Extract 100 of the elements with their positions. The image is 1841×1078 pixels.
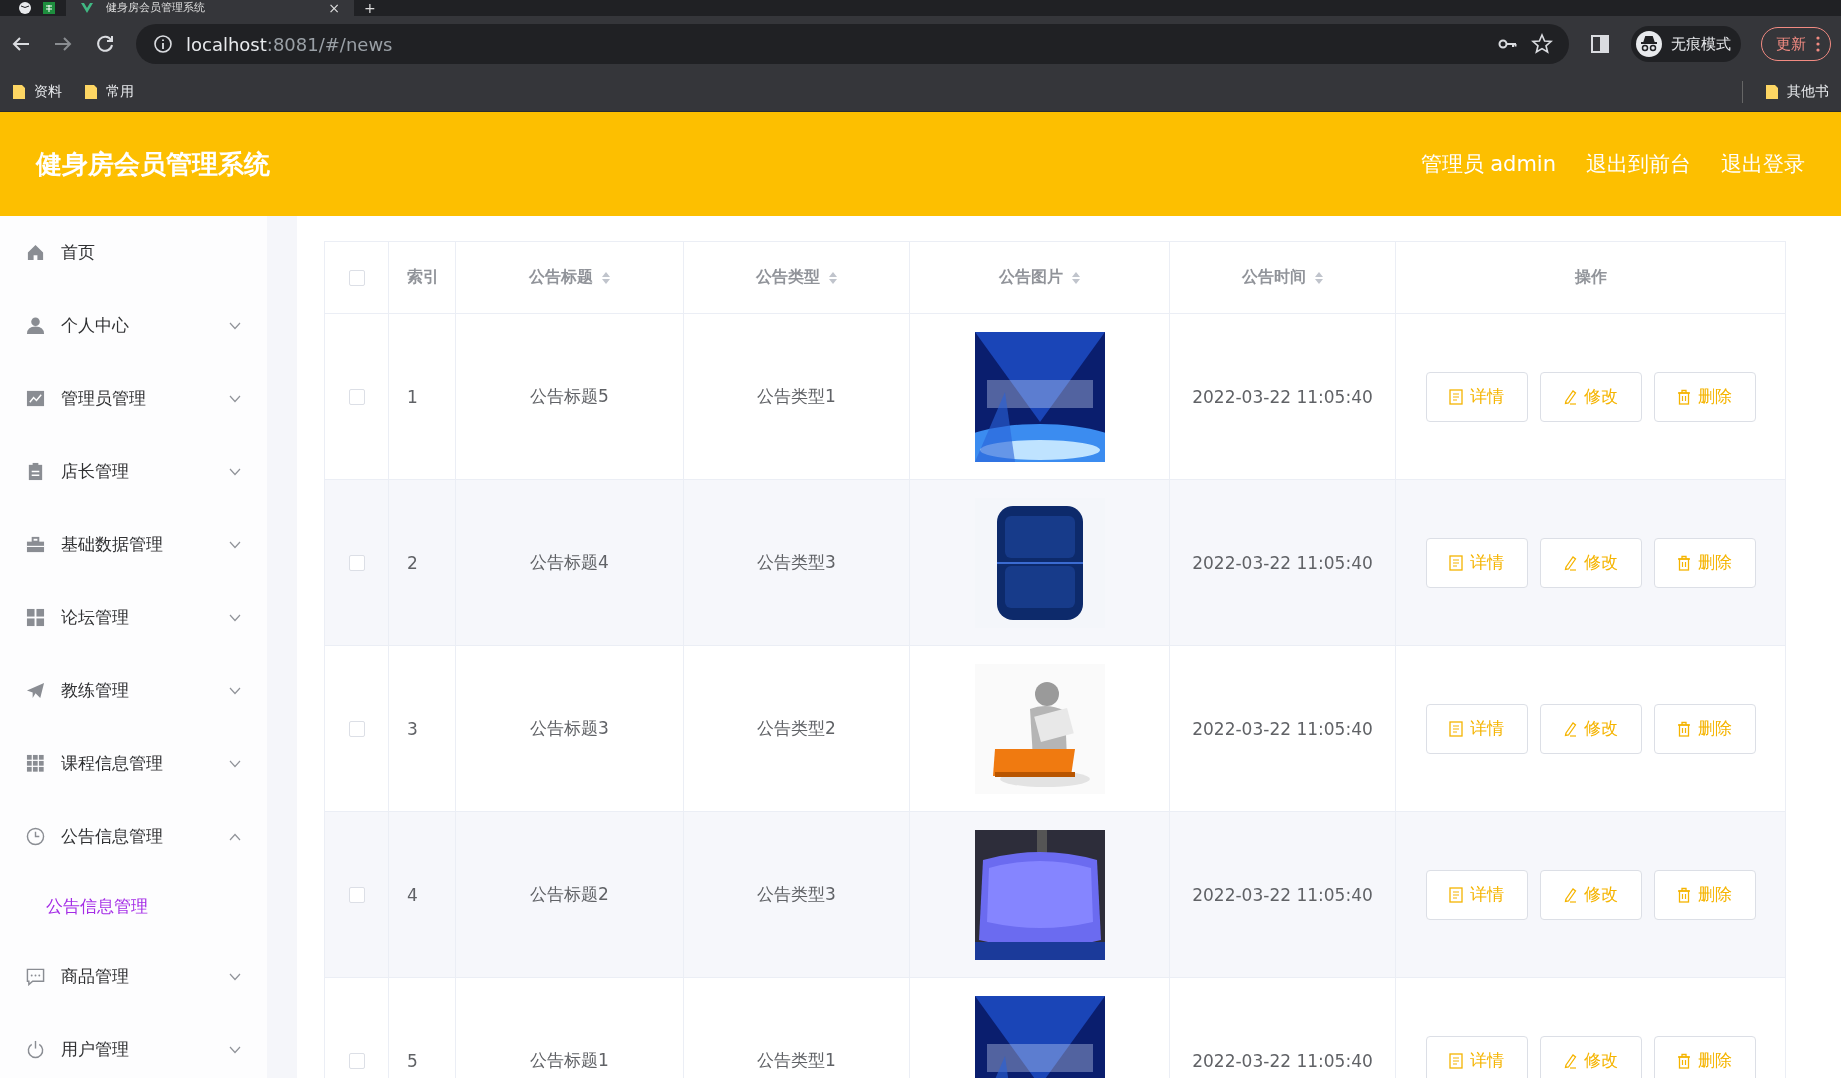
details-button[interactable]: 详情 [1425, 869, 1528, 920]
person-icon [26, 316, 45, 335]
table-cell: 4 [407, 884, 418, 905]
header-link[interactable]: 退出登录 [1721, 150, 1805, 178]
document-icon [1449, 720, 1463, 737]
sidebar-item[interactable]: 店长管理 [0, 435, 267, 508]
checkbox[interactable] [348, 269, 365, 286]
table-cell: 公告标题2 [530, 883, 609, 906]
column-header[interactable]: 公告时间 [1241, 267, 1306, 288]
browser-tab[interactable]: 健身房会员管理系统 × [66, 0, 354, 16]
bookmark-folder[interactable]: 常用 [84, 82, 134, 101]
delete-button[interactable]: 删除 [1653, 537, 1756, 588]
reload-icon[interactable] [94, 33, 116, 55]
pencil-icon [1563, 554, 1577, 571]
incognito-label: 无痕模式 [1671, 34, 1731, 54]
grid-icon [26, 608, 45, 627]
delete-button[interactable]: 删除 [1653, 869, 1756, 920]
table-cell: 公告标题3 [530, 717, 609, 740]
trash-icon [1677, 554, 1691, 571]
delete-button[interactable]: 删除 [1653, 1035, 1756, 1078]
table-cell: 5 [407, 1050, 418, 1071]
tab-title: 健身房会员管理系统 [106, 1, 206, 15]
table-cell: 2022-03-22 11:05:40 [1192, 1050, 1373, 1071]
column-header[interactable]: 公告标题 [528, 267, 593, 288]
table-cell: 公告类型1 [757, 385, 836, 408]
checkbox[interactable] [348, 388, 365, 405]
sidebar-item[interactable]: 课程信息管理 [0, 727, 267, 800]
trash-icon [1677, 388, 1691, 405]
briefcase-icon [26, 535, 45, 554]
info-icon[interactable] [152, 33, 174, 55]
checkbox[interactable] [348, 1052, 365, 1069]
header-link[interactable]: 管理员 admin [1420, 150, 1556, 178]
checkbox[interactable] [348, 554, 365, 571]
sidebar-item[interactable]: 首页 [0, 216, 267, 289]
column-header: 索引 [407, 267, 439, 288]
document-icon [1449, 388, 1463, 405]
pencil-icon [1563, 886, 1577, 903]
home-icon [26, 243, 45, 262]
address-bar[interactable]: localhost:8081/#/news [136, 24, 1569, 64]
more-icon [1816, 36, 1820, 52]
sidebar-item[interactable]: 用户管理 [0, 1013, 267, 1078]
edit-button[interactable]: 修改 [1539, 1035, 1642, 1078]
sort-icon[interactable] [1313, 270, 1324, 285]
header-link[interactable]: 退出到前台 [1586, 150, 1691, 178]
edit-button[interactable]: 修改 [1539, 371, 1642, 422]
url-text: localhost:8081/#/news [186, 33, 393, 55]
folder-icon [12, 83, 26, 100]
chat-icon [26, 967, 45, 986]
details-button[interactable]: 详情 [1425, 537, 1528, 588]
chart-icon [26, 389, 45, 408]
paper-plane-icon [26, 681, 45, 700]
sort-icon[interactable] [600, 270, 611, 285]
bookmark-folder[interactable]: 资料 [12, 82, 62, 101]
details-button[interactable]: 详情 [1425, 703, 1528, 754]
folder-icon [1765, 83, 1779, 100]
incognito-badge[interactable]: 无痕模式 [1631, 26, 1741, 62]
column-header[interactable]: 公告图片 [998, 267, 1063, 288]
checkbox[interactable] [348, 886, 365, 903]
sidebar-item[interactable]: 个人中心 [0, 289, 267, 362]
edit-button[interactable]: 修改 [1539, 537, 1642, 588]
edit-button[interactable]: 修改 [1539, 869, 1642, 920]
column-header[interactable]: 公告类型 [755, 267, 820, 288]
table-cell: 2022-03-22 11:05:40 [1192, 884, 1373, 905]
column-header: 操作 [1574, 267, 1607, 288]
table-cell: 公告标题5 [530, 385, 609, 408]
sidebar-subitem[interactable]: 公告信息管理 [0, 873, 267, 940]
power-icon [26, 1040, 45, 1059]
trash-icon [1677, 886, 1691, 903]
delete-button[interactable]: 删除 [1653, 703, 1756, 754]
trash-icon [1677, 720, 1691, 737]
sidebar-item[interactable]: 商品管理 [0, 940, 267, 1013]
sidebar-item[interactable]: 教练管理 [0, 654, 267, 727]
side-panel-icon[interactable] [1589, 33, 1611, 55]
incognito-icon [1635, 30, 1663, 58]
globe-icon[interactable] [18, 1, 32, 15]
table-cell: 公告类型1 [757, 1049, 836, 1072]
table-cell: 公告类型3 [757, 551, 836, 574]
star-icon[interactable] [1531, 33, 1553, 55]
bookmark-folder[interactable]: 其他书 [1765, 82, 1829, 101]
trash-icon [1677, 1052, 1691, 1069]
edit-button[interactable]: 修改 [1539, 703, 1642, 754]
spreadsheet-icon[interactable] [42, 1, 56, 15]
new-tab-button[interactable]: + [364, 1, 376, 15]
sidebar-item[interactable]: 基础数据管理 [0, 508, 267, 581]
table-cell: 3 [407, 718, 418, 739]
document-icon [1449, 554, 1463, 571]
table-cell: 公告类型2 [757, 717, 836, 740]
sidebar-item[interactable]: 公告信息管理 [0, 800, 267, 873]
sort-icon[interactable] [1070, 270, 1081, 285]
pencil-icon [1563, 388, 1577, 405]
sidebar-item[interactable]: 管理员管理 [0, 362, 267, 435]
delete-button[interactable]: 删除 [1653, 371, 1756, 422]
sidebar-item[interactable]: 论坛管理 [0, 581, 267, 654]
pencil-icon [1563, 1052, 1577, 1069]
sort-icon[interactable] [827, 270, 838, 285]
details-button[interactable]: 详情 [1425, 1035, 1528, 1078]
checkbox[interactable] [348, 720, 365, 737]
table-cell: 2022-03-22 11:05:40 [1192, 386, 1373, 407]
close-tab-button[interactable]: × [328, 1, 340, 15]
details-button[interactable]: 详情 [1425, 371, 1528, 422]
